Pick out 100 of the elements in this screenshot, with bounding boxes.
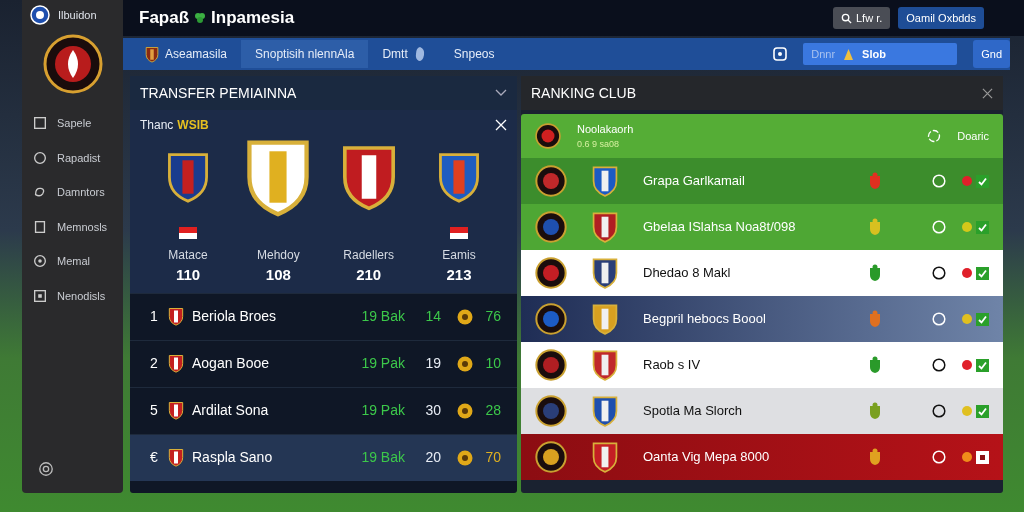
status-ring-icon (932, 266, 946, 280)
panel-title: RANKING CLUB (531, 83, 637, 103)
search-bar[interactable]: Dnnr Slob (803, 43, 958, 65)
sidebar-item[interactable]: Rapadist (22, 140, 123, 175)
status-ring-icon (932, 404, 946, 418)
transfer-row[interactable]: € Raspla Sano 19 Bak 20 70 (130, 433, 517, 481)
club-value: 210 (356, 265, 382, 285)
square-icon (32, 115, 48, 132)
club-value: 108 (265, 265, 291, 285)
stat: 30 (424, 401, 441, 420)
club-crest (535, 165, 567, 197)
score: 76 (484, 307, 501, 326)
status-ring-icon (932, 450, 946, 464)
checkbox[interactable] (976, 220, 989, 234)
club-subtitle: 0.6 9 sa08 (577, 137, 621, 151)
sidebar-item[interactable]: Damntors (22, 175, 123, 210)
crest-icon (42, 34, 103, 94)
nav-tab[interactable]: Aseamasila (131, 40, 242, 68)
club-crest (535, 211, 567, 243)
checkbox[interactable] (976, 450, 989, 464)
club-crest (436, 151, 482, 203)
go-button[interactable]: Gnd (973, 40, 1010, 68)
club-crest (591, 395, 619, 427)
transfer-row[interactable]: 1 Beriola Broes 19 Bak 14 76 (130, 292, 517, 340)
app-title: Fapaß (139, 7, 190, 30)
nav-tab[interactable]: Snoptisih nlennAla (241, 40, 369, 68)
status-ring-icon (932, 358, 946, 372)
trophy-icon (868, 310, 882, 328)
sidebar-item[interactable]: Memal (22, 244, 123, 279)
page-icon (32, 218, 48, 235)
checkbox[interactable] (976, 312, 989, 326)
record: 19 Bak (361, 448, 405, 467)
stat: 20 (424, 448, 441, 467)
ranking-row[interactable]: Grapa Garlkamail (521, 158, 1003, 204)
transfer-row[interactable]: 2 Aogan Booe 19 Pak 19 10 (130, 339, 517, 387)
ranking-row[interactable]: Raob s IV (521, 342, 1003, 388)
club-name: Eamis (442, 247, 476, 264)
club-name: Radellers (343, 247, 394, 264)
card-tag: WSIB (177, 116, 209, 134)
blob-icon (413, 46, 426, 62)
checkbox[interactable] (976, 358, 989, 372)
square-icon[interactable] (773, 47, 788, 61)
club-name: Matace (168, 247, 208, 264)
trophy-icon (868, 218, 882, 236)
stat: 14 (424, 307, 441, 326)
target-icon[interactable] (927, 129, 942, 143)
nav-tab[interactable]: Snpeos (439, 40, 509, 68)
sidebar-item[interactable]: Memnosls (22, 209, 123, 244)
checkbox[interactable] (976, 266, 989, 280)
sidebar-item[interactable]: Sapele (22, 106, 123, 141)
settings-icon[interactable] (38, 461, 54, 477)
score: 28 (484, 401, 501, 420)
club-crest (591, 349, 619, 381)
club-crest (535, 349, 567, 381)
brand-name: Ilbuidon (58, 7, 97, 23)
rank: 5 (150, 401, 159, 420)
square-icon (32, 287, 48, 304)
status-ring-icon (932, 220, 946, 234)
ranking-row[interactable]: Oanta Vig Mepa 8000 (521, 434, 1003, 480)
account-button[interactable]: Oamil Oxbdds (898, 6, 984, 30)
search-icon (841, 12, 852, 24)
club-crest (535, 303, 567, 335)
trophy-icon (868, 172, 882, 190)
transfer-row[interactable]: 5 Ardilat Sona 19 Pak 30 28 (130, 386, 517, 434)
club-crest (535, 395, 567, 427)
trophy-icon (868, 356, 882, 374)
checkbox[interactable] (976, 404, 989, 418)
trophy-icon (868, 448, 882, 466)
search-field[interactable]: Slob (862, 45, 923, 63)
club-name: Grapa Garlkamail (643, 172, 745, 191)
checkbox[interactable] (976, 174, 989, 188)
club-crest (165, 151, 211, 203)
triangle-icon (843, 47, 855, 61)
club-name: Mehdoy (256, 247, 300, 264)
club-crest (535, 123, 561, 149)
rank: 2 (150, 354, 159, 373)
search-button[interactable]: Lfw r. (833, 6, 891, 30)
panel-title: TRANSFER PEMIAINNA (140, 83, 297, 103)
rank: 1 (150, 307, 159, 326)
club-crest (591, 165, 619, 197)
sidebar-item[interactable]: Nenodisls (22, 278, 123, 313)
stat: 19 (424, 354, 441, 373)
chevron-icon[interactable] (495, 89, 507, 97)
ranking-row[interactable]: Begpril hebocs Boool (521, 296, 1003, 342)
trophy-icon (868, 264, 882, 282)
club-name: Aogan Booe (192, 354, 270, 373)
club-value: 110 (175, 265, 201, 285)
coin-icon (457, 402, 473, 419)
logo-icon (30, 5, 50, 25)
ranking-row[interactable]: Dhedao 8 Makl (521, 250, 1003, 296)
record: 19 Bak (361, 307, 405, 326)
ranking-row[interactable]: Spotla Ma Slorch (521, 388, 1003, 434)
field-label: Dnnr (811, 46, 836, 62)
nav-tab[interactable]: Dmtt (368, 40, 440, 68)
club-name: Raob s IV (643, 356, 701, 375)
score: 10 (484, 354, 501, 373)
card-title: Thanc (140, 117, 174, 134)
clover-icon (193, 11, 208, 25)
club-crest (535, 441, 567, 473)
club-name: Raspla Sano (192, 448, 273, 467)
